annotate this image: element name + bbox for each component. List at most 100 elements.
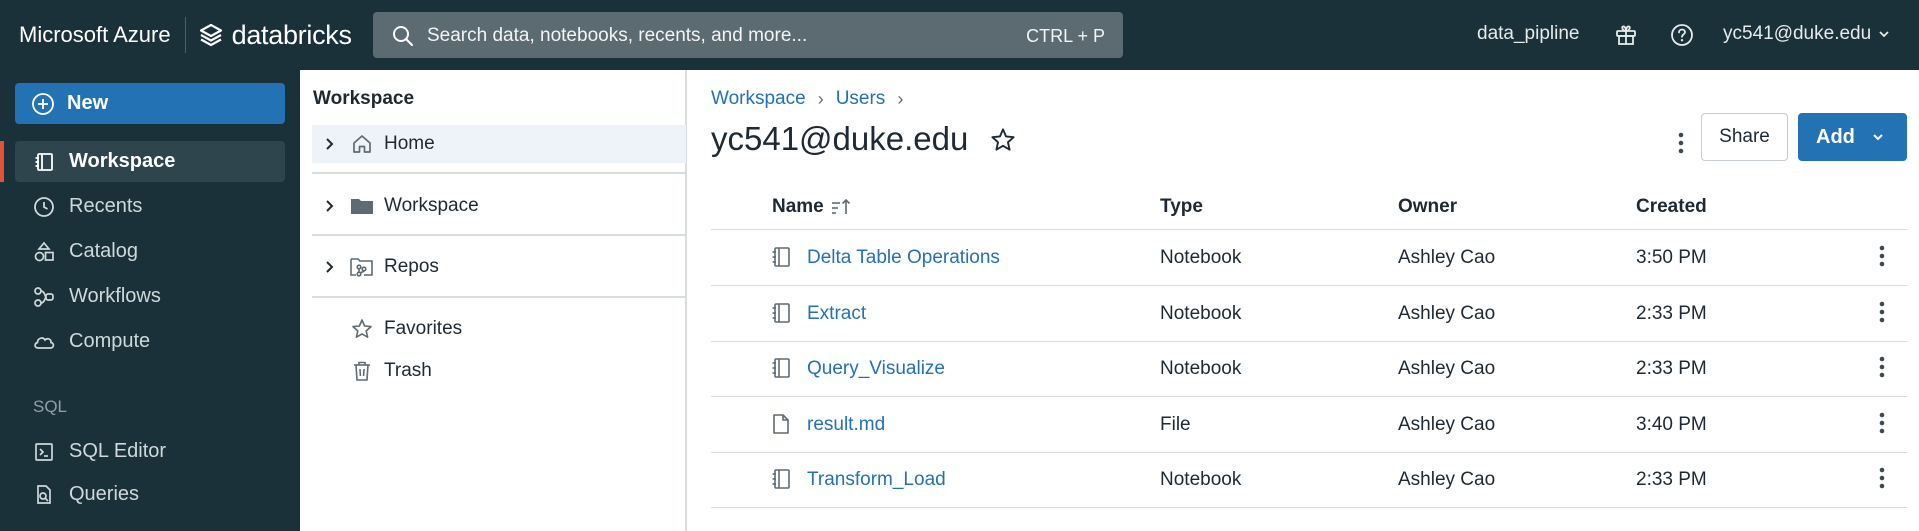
- table-row[interactable]: Delta Table Operations Notebook Ashley Cao…: [711, 231, 1907, 286]
- tree-title: Workspace: [313, 88, 415, 109]
- sidebar-item-recents[interactable]: Recents: [15, 186, 285, 227]
- sidebar-item-compute[interactable]: Compute: [15, 321, 285, 362]
- help-icon[interactable]: [1669, 22, 1695, 48]
- sql-editor-icon: [31, 441, 57, 463]
- table-row[interactable]: Query_Visualize Notebook Ashley Cao 2:33 PM: [711, 342, 1907, 397]
- share-button[interactable]: Share: [1701, 113, 1788, 161]
- item-name-link[interactable]: Query_Visualize: [807, 358, 945, 380]
- notebook-icon: [770, 302, 792, 324]
- top-bar: Microsoft Azure databricks Search data, …: [0, 0, 1919, 70]
- breadcrumb-link-workspace[interactable]: Workspace: [711, 88, 806, 110]
- tree-item-label: Home: [384, 133, 435, 154]
- row-more-options-icon[interactable]: [1879, 245, 1885, 267]
- item-created: 2:33 PM: [1636, 469, 1707, 490]
- sort-ascending-icon[interactable]: [830, 197, 852, 217]
- tree-item-repos[interactable]: Repos: [312, 248, 686, 286]
- sidebar-item-catalog[interactable]: Catalog: [15, 231, 285, 272]
- sidebar: New Workspace Recents Catalog Workflows …: [0, 70, 300, 531]
- notebook-icon: [770, 246, 792, 268]
- user-email: yc541@duke.edu: [1723, 23, 1872, 44]
- column-header-created[interactable]: Created: [1636, 196, 1707, 218]
- search-placeholder: Search data, notebooks, recents, and mor…: [427, 25, 808, 46]
- star-icon: [350, 318, 374, 340]
- table-row[interactable]: Transform_Load Notebook Ashley Cao 2:33 PM: [711, 453, 1907, 508]
- sidebar-section-sql: SQL: [33, 397, 68, 416]
- item-type: Notebook: [1160, 302, 1242, 324]
- item-name-link[interactable]: Extract: [807, 303, 866, 325]
- add-button[interactable]: Add: [1798, 113, 1907, 161]
- item-created: 2:33 PM: [1636, 302, 1707, 324]
- chevron-right-icon[interactable]: [318, 260, 342, 274]
- column-header-name[interactable]: Name: [772, 196, 852, 218]
- sidebar-item-workspace[interactable]: Workspace: [15, 141, 285, 182]
- row-more-options-icon[interactable]: [1879, 467, 1885, 489]
- sidebar-item-label: Compute: [69, 330, 151, 352]
- product-name: databricks: [231, 19, 352, 50]
- notebook-icon: [770, 468, 792, 490]
- chevron-down-icon: [1871, 130, 1885, 144]
- notebook-icon: [770, 357, 792, 379]
- breadcrumb: Workspace › Users ›: [711, 88, 903, 110]
- sidebar-item-label: Catalog: [69, 240, 138, 262]
- item-name-link[interactable]: Transform_Load: [807, 469, 946, 491]
- table-row[interactable]: result.md File Ashley Cao 3:40 PM: [711, 398, 1907, 453]
- chevron-down-icon: [1877, 27, 1891, 41]
- search-shortcut: CTRL + P: [1026, 26, 1105, 46]
- sidebar-item-workflows[interactable]: Workflows: [15, 276, 285, 317]
- chevron-right-icon[interactable]: [318, 199, 342, 213]
- workspace-switcher[interactable]: data_pipline: [1477, 23, 1579, 45]
- tree-item-label: Favorites: [384, 318, 463, 339]
- sidebar-item-label: Workflows: [69, 285, 161, 307]
- more-options-icon[interactable]: [1663, 125, 1699, 161]
- new-button[interactable]: New: [15, 83, 285, 124]
- item-type: Notebook: [1160, 469, 1242, 490]
- item-created: 3:40 PM: [1636, 413, 1707, 435]
- sidebar-item-sql-editor[interactable]: SQL Editor: [15, 431, 285, 472]
- breadcrumb-separator-icon: ›: [817, 88, 824, 109]
- tree-item-workspace[interactable]: Workspace: [312, 187, 686, 225]
- item-type: Notebook: [1160, 358, 1242, 379]
- databricks-logo-icon: [198, 22, 224, 48]
- row-more-options-icon[interactable]: [1879, 356, 1885, 378]
- item-owner: Ashley Cao: [1398, 358, 1496, 379]
- table-header: Name Type Owner Created: [711, 182, 1907, 230]
- column-header-label: Name: [772, 196, 824, 217]
- tree-item-home[interactable]: Home: [312, 125, 686, 163]
- brand[interactable]: Microsoft Azure databricks: [19, 0, 352, 70]
- table-row[interactable]: Extract Notebook Ashley Cao 2:33 PM: [711, 287, 1907, 342]
- new-button-label: New: [67, 92, 109, 114]
- column-header-owner[interactable]: Owner: [1398, 196, 1457, 218]
- item-owner: Ashley Cao: [1398, 302, 1496, 324]
- tree-item-trash[interactable]: Trash: [312, 352, 686, 390]
- gift-icon[interactable]: [1614, 23, 1638, 47]
- active-indicator: [0, 141, 4, 182]
- favorite-star-icon[interactable]: [990, 127, 1016, 153]
- sidebar-item-queries[interactable]: Queries: [15, 474, 285, 515]
- sidebar-item-label: SQL Editor: [69, 440, 167, 462]
- clock-icon: [31, 196, 57, 218]
- column-header-type[interactable]: Type: [1160, 196, 1203, 218]
- item-created: 3:50 PM: [1636, 247, 1707, 268]
- tree-item-favorites[interactable]: Favorites: [312, 310, 686, 348]
- item-created: 2:33 PM: [1636, 358, 1707, 379]
- row-more-options-icon[interactable]: [1879, 301, 1885, 323]
- user-menu[interactable]: yc541@duke.edu: [1723, 23, 1891, 45]
- sidebar-item-label: Queries: [69, 483, 140, 505]
- workspace-icon: [31, 151, 57, 173]
- chevron-right-icon[interactable]: [318, 137, 342, 151]
- breadcrumb-link-users[interactable]: Users: [836, 88, 886, 110]
- brand-divider: [184, 17, 186, 53]
- tree-divider: [312, 172, 686, 174]
- row-more-options-icon[interactable]: [1879, 412, 1885, 434]
- tree-item-label: Trash: [384, 360, 432, 381]
- tree-divider: [312, 296, 686, 298]
- item-type: File: [1160, 413, 1191, 435]
- plus-circle-icon: [31, 92, 55, 116]
- main-content: Workspace › Users › yc541@duke.edu Share…: [688, 70, 1919, 531]
- global-search[interactable]: Search data, notebooks, recents, and mor…: [373, 12, 1123, 58]
- item-type: Notebook: [1160, 247, 1242, 268]
- search-icon: [391, 24, 415, 48]
- item-name-link[interactable]: result.md: [807, 414, 885, 436]
- item-name-link[interactable]: Delta Table Operations: [807, 247, 1000, 269]
- file-icon: [770, 413, 792, 435]
